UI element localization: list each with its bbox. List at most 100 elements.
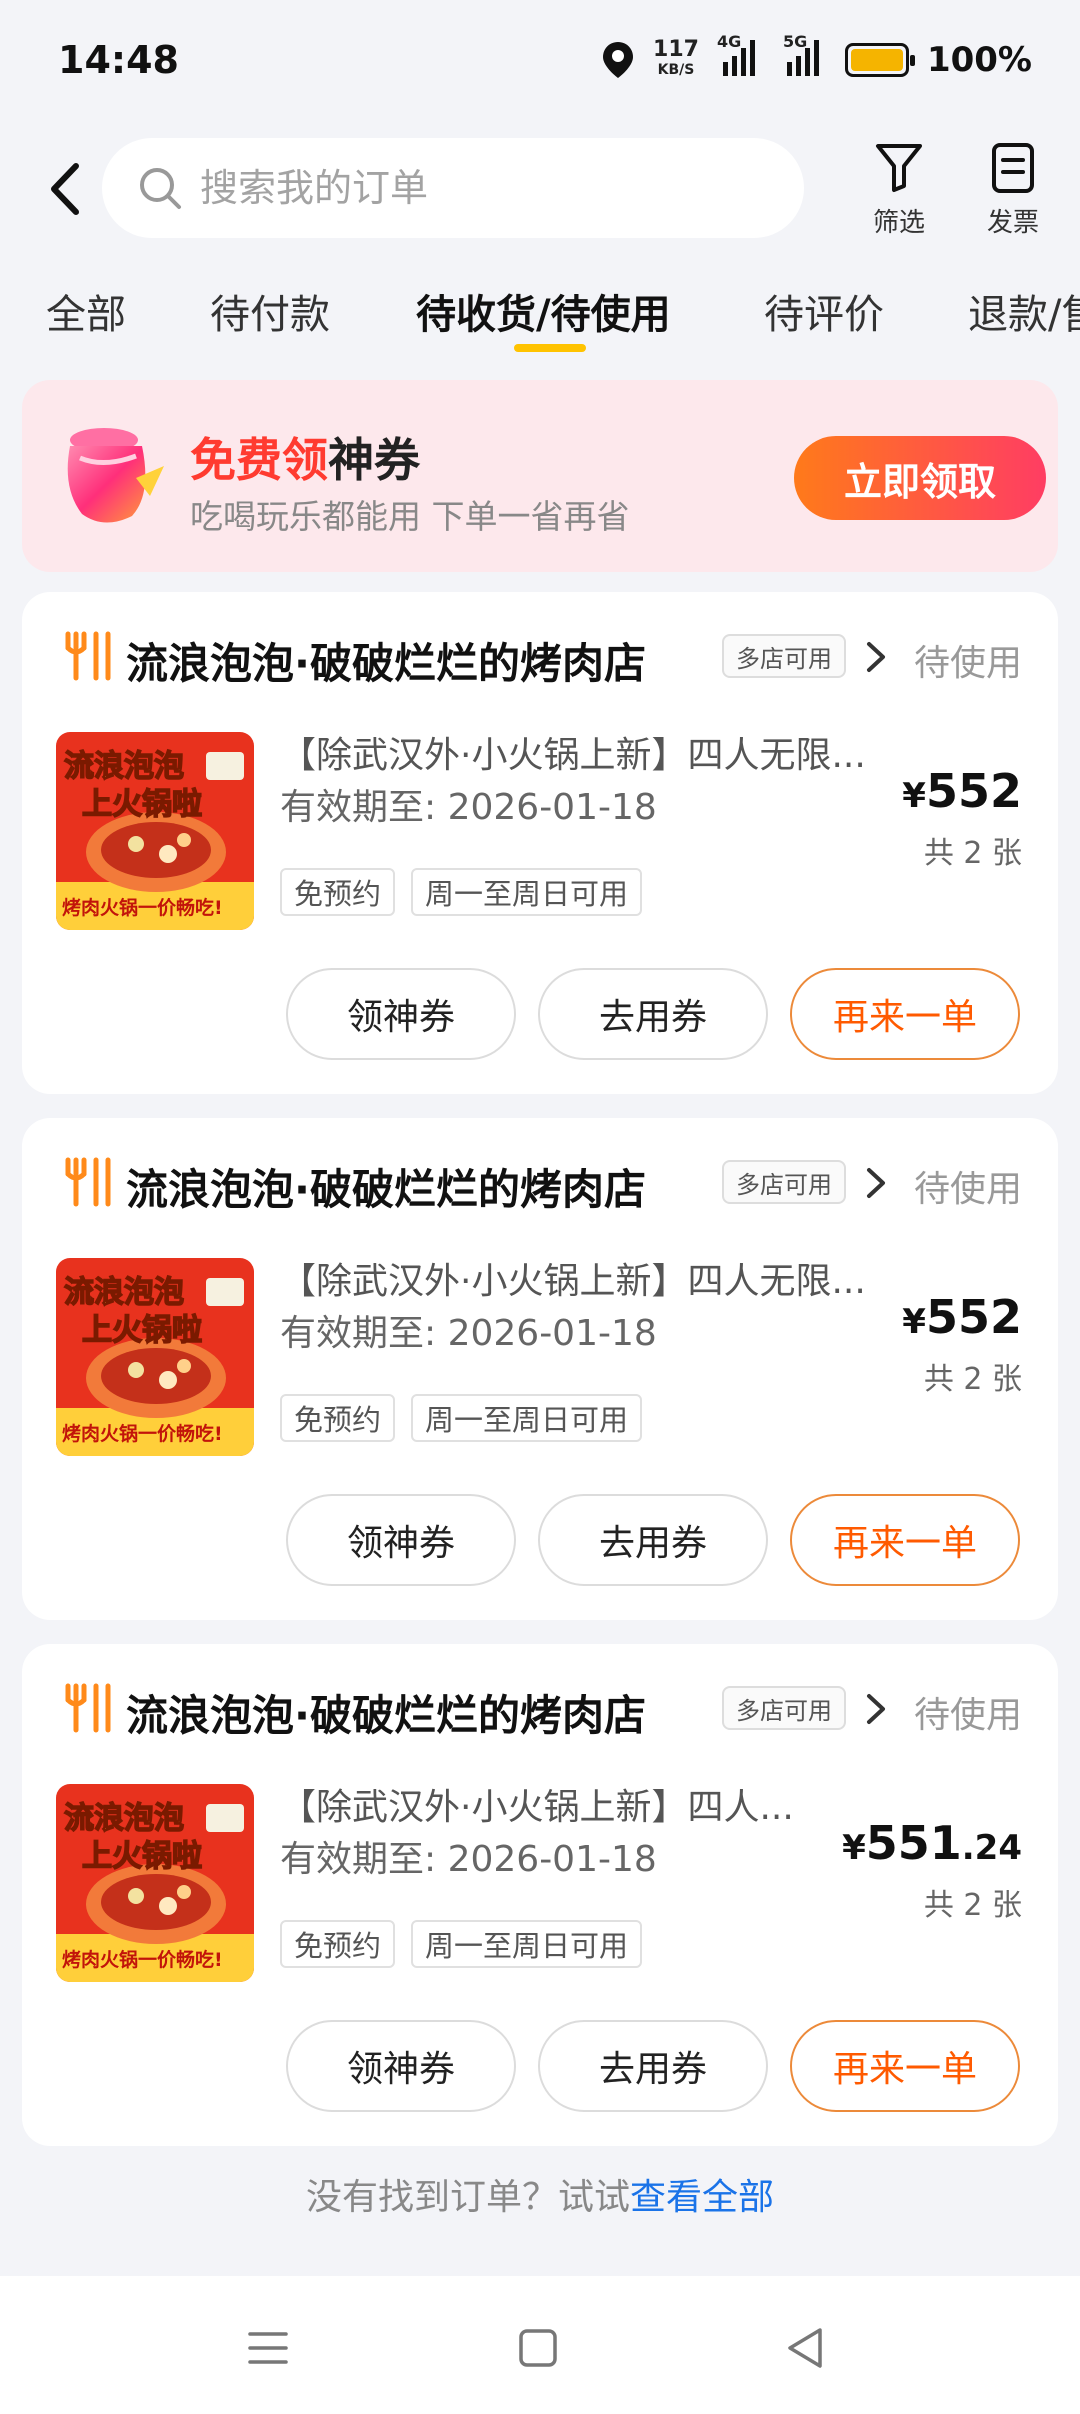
- price-integer: 552: [925, 764, 1022, 818]
- location-icon: [603, 42, 634, 78]
- tab-pending-review[interactable]: 待评价: [764, 282, 884, 340]
- filter-button[interactable]: 筛选: [854, 142, 944, 242]
- get-coupon-button[interactable]: 领神券: [286, 1494, 516, 1586]
- deal-image: 流浪泡泡 上火锅啦 烤肉火锅一价畅吃!: [56, 1784, 254, 1982]
- signal-5g: 5G: [779, 32, 827, 82]
- signal-4g: 4G: [717, 32, 761, 82]
- price-integer: 551: [865, 1816, 962, 1870]
- tab-all[interactable]: 全部: [46, 282, 126, 340]
- back-nav-icon[interactable]: [776, 2318, 836, 2378]
- order-tabs: 全部 待付款 待收货/待使用 待评价 退款/售后: [0, 268, 1080, 358]
- search-icon: [140, 168, 181, 209]
- price-integer: 552: [925, 1290, 1022, 1344]
- get-coupon-button[interactable]: 领神券: [286, 968, 516, 1060]
- promo-title-highlight: 免费领: [190, 433, 328, 487]
- coupon-promo-banner[interactable]: 免费领神券 吃喝玩乐都能用 下单一省再省 立即领取: [22, 380, 1058, 572]
- deal-title[interactable]: 【除武汉外·小火锅上新】四人无限...: [280, 726, 866, 778]
- order-status: 待使用: [913, 1695, 1022, 1736]
- promo-title-rest: 神券: [328, 433, 420, 487]
- voucher-quantity: 共 2 张: [923, 836, 1022, 871]
- deal-image: 流浪泡泡 上火锅啦 烤肉火锅一价畅吃!: [56, 1258, 254, 1456]
- reorder-button[interactable]: 再来一单: [790, 1494, 1020, 1586]
- availability-tag: 周一至周日可用: [411, 1394, 643, 1442]
- thumb-text-1: 流浪泡泡: [64, 749, 184, 784]
- order-card[interactable]: 流浪泡泡·破破烂烂的烤肉店 多店可用 待使用 流浪泡泡 上火锅啦 烤肉火锅一价畅…: [22, 592, 1058, 1094]
- status-time: 14:48: [58, 38, 179, 82]
- speed-unit: KB/S: [657, 62, 695, 78]
- multi-store-tag: 多店可用: [722, 634, 846, 678]
- filter-icon: [876, 144, 922, 192]
- system-nav-bar: [0, 2276, 1080, 2414]
- multi-store-tag: 多店可用: [722, 1686, 846, 1730]
- promo-title: 免费领神券: [190, 424, 420, 490]
- claim-now-button[interactable]: 立即领取: [794, 436, 1046, 520]
- deal-title[interactable]: 【除武汉外·小火锅上新】四人...: [280, 1778, 794, 1830]
- tab-pending-use[interactable]: 待收货/待使用: [416, 282, 671, 340]
- currency-symbol: ¥: [842, 1828, 866, 1868]
- order-card-header[interactable]: 流浪泡泡·破破烂烂的烤肉店 多店可用 待使用: [62, 1152, 1022, 1214]
- reorder-button[interactable]: 再来一单: [790, 968, 1020, 1060]
- active-tab-indicator: [514, 344, 586, 352]
- chevron-right-icon: [867, 1168, 885, 1198]
- deal-thumbnail[interactable]: 流浪泡泡 上火锅啦 烤肉火锅一价畅吃!: [56, 732, 254, 930]
- expiry-date: 有效期至: 2026-01-18: [280, 787, 657, 828]
- no-order-hint: 没有找到订单？试试查看全部: [0, 2168, 1080, 2220]
- deal-title[interactable]: 【除武汉外·小火锅上新】四人无限...: [280, 1252, 866, 1304]
- thumb-text-2: 上火锅啦: [82, 787, 202, 822]
- invoice-icon: [992, 143, 1034, 193]
- menu-icon[interactable]: [238, 2318, 298, 2378]
- order-status: 待使用: [913, 643, 1022, 684]
- coupon-bag-icon: [67, 428, 164, 523]
- order-card-header[interactable]: 流浪泡泡·破破烂烂的烤肉店 多店可用 待使用: [62, 626, 1022, 688]
- thumb-text-3: 烤肉火锅一价畅吃!: [62, 896, 223, 919]
- deal-thumbnail[interactable]: 流浪泡泡 上火锅啦 烤肉火锅一价畅吃!: [56, 1258, 254, 1456]
- shop-name[interactable]: 流浪泡泡·破破烂烂的烤肉店: [126, 1156, 646, 1217]
- battery-percent: 100%: [926, 40, 1032, 80]
- thumb-text-1: 流浪泡泡: [64, 1801, 184, 1836]
- net-label-4g: 4G: [716, 32, 742, 51]
- invoice-button[interactable]: 发票: [968, 142, 1058, 242]
- thumb-text-3: 烤肉火锅一价畅吃!: [62, 1422, 223, 1445]
- fork-knife-icon: [65, 631, 111, 681]
- order-status: 待使用: [913, 1169, 1022, 1210]
- footer-hint-text: 没有找到订单？试试: [305, 2177, 630, 2218]
- no-reservation-tag: 免预约: [280, 1920, 396, 1968]
- order-card[interactable]: 流浪泡泡·破破烂烂的烤肉店 多店可用 待使用 流浪泡泡 上火锅啦 烤肉火锅一价畅…: [22, 1644, 1058, 2146]
- home-icon[interactable]: [508, 2318, 568, 2378]
- order-price: ¥552: [902, 1290, 1022, 1344]
- search-bar[interactable]: [102, 138, 804, 238]
- net-label-5g: 5G: [782, 32, 808, 51]
- order-price: ¥552: [902, 764, 1022, 818]
- tab-refund[interactable]: 退款/售后: [968, 282, 1080, 340]
- view-all-link[interactable]: 查看全部: [630, 2177, 774, 2218]
- deal-tags: 免预约 周一至周日可用: [280, 868, 643, 916]
- availability-tag: 周一至周日可用: [411, 1920, 643, 1968]
- deal-thumbnail[interactable]: 流浪泡泡 上火锅啦 烤肉火锅一价畅吃!: [56, 1784, 254, 1982]
- back-arrow-icon[interactable]: [40, 158, 92, 220]
- currency-symbol: ¥: [902, 776, 926, 816]
- order-price: ¥551.24: [842, 1816, 1022, 1870]
- chevron-right-icon: [867, 642, 885, 672]
- deal-tags: 免预约 周一至周日可用: [280, 1920, 643, 1968]
- use-coupon-button[interactable]: 去用券: [538, 2020, 768, 2112]
- status-bar: 14:48 117 KB/S 4G 5G 100%: [0, 0, 1080, 128]
- use-coupon-button[interactable]: 去用券: [538, 1494, 768, 1586]
- voucher-quantity: 共 2 张: [923, 1888, 1022, 1923]
- shop-name[interactable]: 流浪泡泡·破破烂烂的烤肉店: [126, 630, 646, 691]
- reorder-button[interactable]: 再来一单: [790, 2020, 1020, 2112]
- currency-symbol: ¥: [902, 1302, 926, 1342]
- order-card-header[interactable]: 流浪泡泡·破破烂烂的烤肉店 多店可用 待使用: [62, 1678, 1022, 1740]
- no-reservation-tag: 免预约: [280, 1394, 396, 1442]
- search-input[interactable]: [200, 166, 760, 210]
- use-coupon-button[interactable]: 去用券: [538, 968, 768, 1060]
- get-coupon-button[interactable]: 领神券: [286, 2020, 516, 2112]
- expiry-date: 有效期至: 2026-01-18: [280, 1839, 657, 1880]
- status-icons: 117 KB/S 4G 5G 100%: [601, 32, 1032, 82]
- shop-name[interactable]: 流浪泡泡·破破烂烂的烤肉店: [126, 1682, 646, 1743]
- price-decimal: .24: [961, 1828, 1022, 1868]
- header: 筛选 发票: [0, 136, 1080, 240]
- order-card[interactable]: 流浪泡泡·破破烂烂的烤肉店 多店可用 待使用 流浪泡泡 上火锅啦 烤肉火锅一价畅…: [22, 1118, 1058, 1620]
- tab-pending-payment[interactable]: 待付款: [210, 282, 330, 340]
- voucher-quantity: 共 2 张: [923, 1362, 1022, 1397]
- network-speed: 117 KB/S: [653, 39, 699, 80]
